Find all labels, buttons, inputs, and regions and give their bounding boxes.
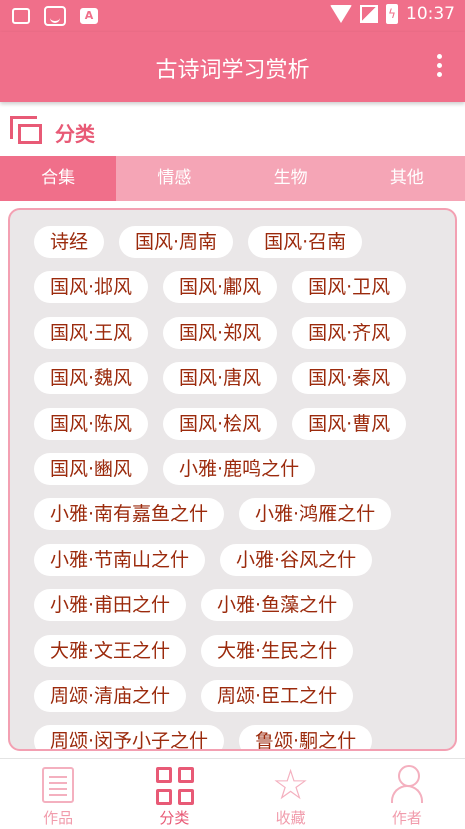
category-chip[interactable]: 周颂·闵予小子之什 [34,725,225,749]
app-title: 古诗词学习赏析 [155,58,310,83]
category-chip[interactable]: 国风·王风 [34,316,149,349]
category-icon [10,116,44,146]
section-header: 分类 [0,104,465,157]
nav-author[interactable]: 作者 [349,759,465,829]
nav-category[interactable]: 分类 [116,759,232,829]
category-chip[interactable]: 国风·卫风 [292,271,407,304]
category-chip[interactable]: 小雅·鱼藻之什 [201,589,354,622]
category-chip[interactable]: 小雅·鹿鸣之什 [163,452,316,485]
app-bar: 古诗词学习赏析 [0,32,465,102]
category-chip[interactable]: 国风·曹风 [292,407,407,440]
message-face-icon [44,6,66,26]
tab-emotion[interactable]: 情感 [116,156,232,201]
nav-label: 作品 [43,809,74,827]
nav-label: 作者 [391,809,422,827]
category-chip[interactable]: 小雅·甫田之什 [34,589,187,622]
category-chip[interactable]: 国风·豳风 [34,452,149,485]
category-chip[interactable]: 小雅·南有嘉鱼之什 [34,498,225,531]
category-chip[interactable]: 大雅·文王之什 [34,634,187,667]
category-chip[interactable]: 国风·周南 [119,226,234,258]
battery-charging-icon [386,4,398,24]
category-chip[interactable]: 国风·陈风 [34,407,149,440]
category-chip[interactable]: 国风·召南 [248,226,363,258]
category-chip[interactable]: 小雅·谷风之什 [220,543,373,576]
nav-works[interactable]: 作品 [0,759,116,829]
star-icon: ☆ [271,760,310,809]
nav-favorites[interactable]: ☆ 收藏 [233,759,349,829]
person-icon [387,765,427,805]
category-chip[interactable]: 诗经 [34,226,105,258]
category-chip[interactable]: 周颂·臣工之什 [201,679,354,712]
category-chip[interactable]: 国风·鄘风 [163,271,278,304]
category-chip[interactable]: 国风·邶风 [34,271,149,304]
category-chip[interactable]: 周颂·清庙之什 [34,679,187,712]
app-a-icon: A [80,8,98,24]
bottom-nav: 作品 分类 ☆ 收藏 作者 [0,758,465,829]
status-bar: A 10:37 [0,0,465,32]
document-icon [38,765,78,805]
tab-other[interactable]: 其他 [349,156,465,201]
category-chip[interactable]: 国风·魏风 [34,362,149,395]
category-chip[interactable]: 鲁颂·駉之什 [239,725,373,749]
category-chip[interactable]: 小雅·鸿雁之什 [239,498,392,531]
category-chip[interactable]: 小雅·节南山之什 [34,543,206,576]
chip-panel[interactable]: 诗经 国风·周南 国风·召南 国风·邶风 国风·鄘风 国风·卫风 国风·王风 国… [8,208,457,751]
signal-off-icon [360,5,378,23]
section-title: 分类 [55,122,95,146]
category-chip[interactable]: 国风·秦风 [292,362,407,395]
tab-creature[interactable]: 生物 [233,156,349,201]
category-chip[interactable]: 国风·唐风 [163,362,278,395]
wifi-icon [330,5,352,23]
category-chip[interactable]: 国风·郑风 [163,316,278,349]
category-chip[interactable]: 国风·齐风 [292,316,407,349]
nav-label: 分类 [159,809,190,827]
chip-list: 诗经 国风·周南 国风·召南 国风·邶风 国风·鄘风 国风·卫风 国风·王风 国… [10,210,430,749]
tab-collection[interactable]: 合集 [0,156,117,201]
nav-label: 收藏 [275,809,306,827]
category-tabs: 合集 情感 生物 其他 [0,156,465,201]
category-chip[interactable]: 大雅·生民之什 [201,634,354,667]
grid-icon [154,765,195,805]
more-vert-icon[interactable] [437,54,443,81]
notification-icon [12,8,30,24]
status-time: 10:37 [406,4,455,24]
category-chip[interactable]: 国风·桧风 [163,407,278,440]
